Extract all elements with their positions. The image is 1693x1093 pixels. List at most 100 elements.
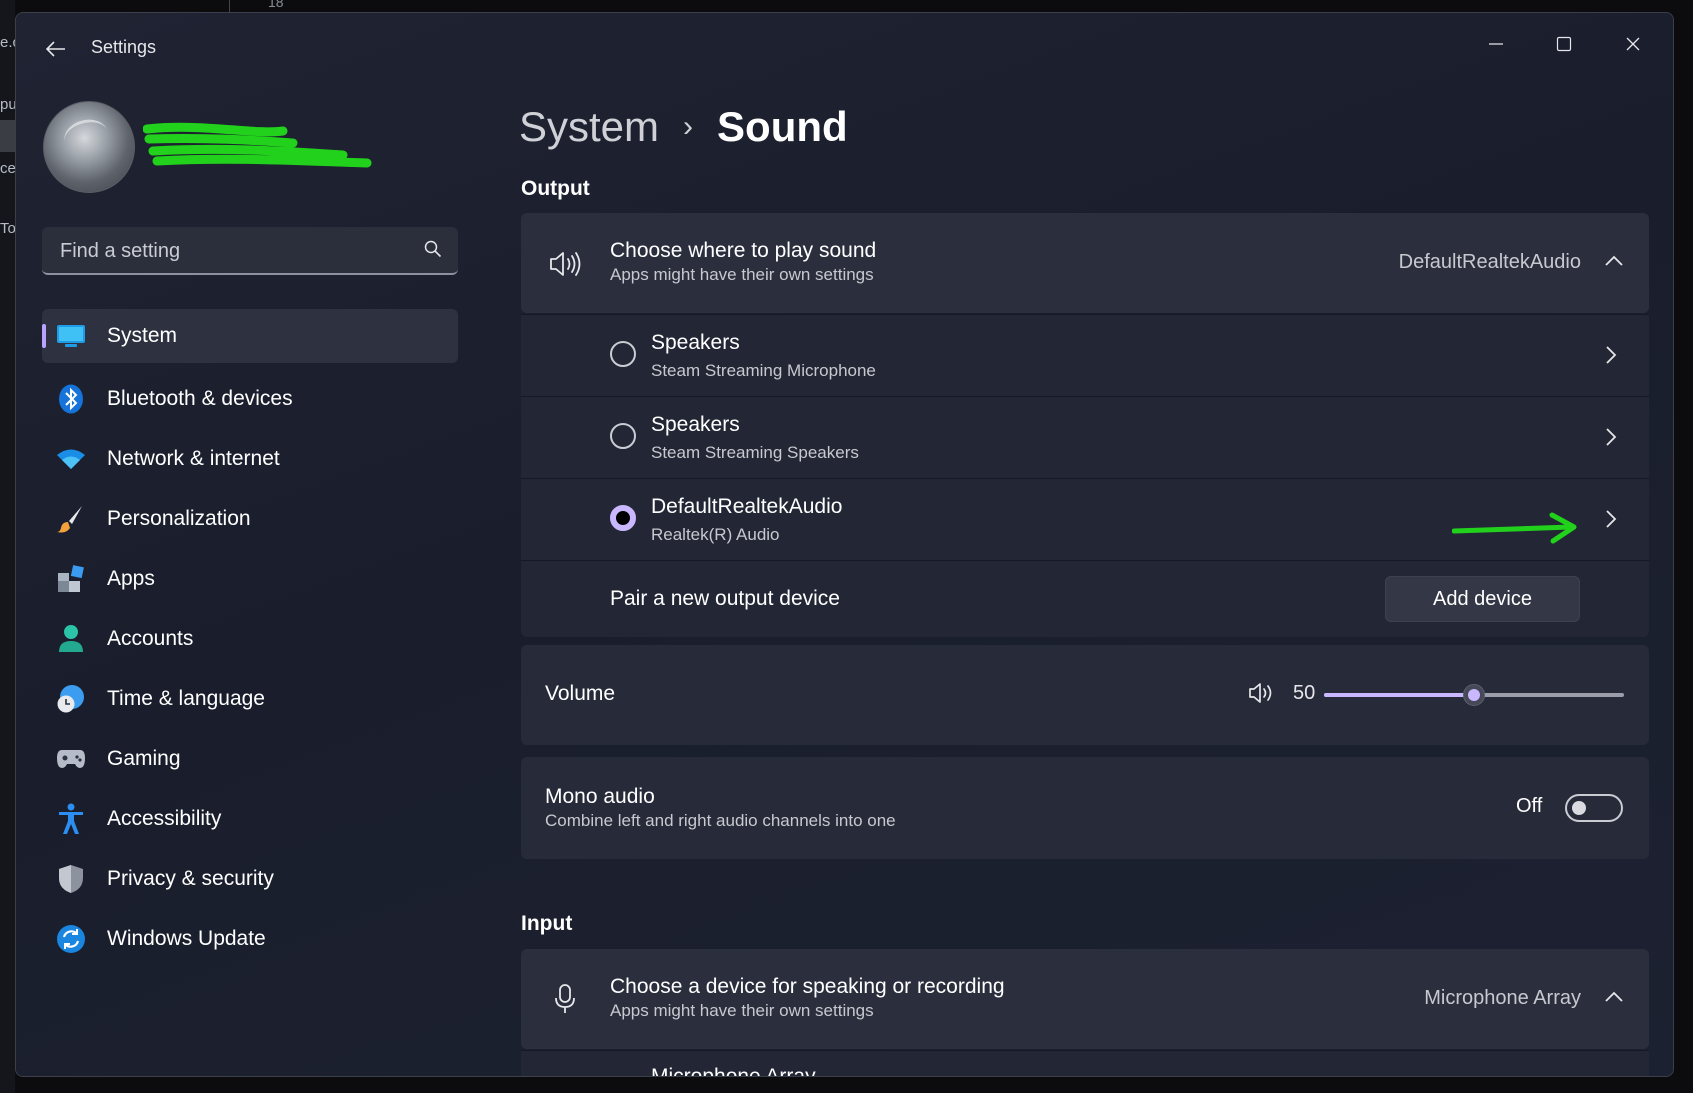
volume-slider-thumb[interactable] [1463, 684, 1485, 706]
window-title: Settings [91, 37, 157, 57]
chevron-right-icon[interactable] [1605, 345, 1617, 365]
sidebar-item-privacy-security[interactable]: Privacy & security [42, 849, 458, 909]
speaker-icon [550, 252, 581, 276]
minimize-icon [1489, 43, 1503, 45]
volume-card: Volume 50 [521, 645, 1649, 745]
device-detail: Steam Streaming Speakers [651, 443, 859, 462]
mono-audio-card: Mono audio Combine left and right audio … [521, 757, 1649, 859]
pair-device-row: Pair a new output device Add device [521, 560, 1649, 637]
globe-clock-icon [56, 684, 86, 714]
pair-device-label: Pair a new output device [610, 587, 840, 610]
redaction-scribble [143, 122, 372, 168]
sidebar-item-label: Time & language [107, 687, 265, 710]
breadcrumb-separator: › [683, 110, 694, 143]
output-heading: Output [521, 177, 590, 200]
chevron-right-icon[interactable] [1605, 509, 1617, 529]
search-box[interactable] [42, 227, 458, 275]
chevron-up-icon[interactable] [1605, 991, 1623, 1003]
desktop-background-strip: e.c pu ce To [0, 0, 20, 1093]
sidebar-item-label: Gaming [107, 747, 181, 770]
sidebar-item-label: Personalization [107, 507, 251, 530]
sidebar-item-time-language[interactable]: Time & language [42, 669, 458, 729]
input-heading: Input [521, 912, 573, 935]
volume-speaker-icon[interactable] [1248, 681, 1274, 705]
volume-slider-fill [1324, 693, 1474, 697]
sidebar-item-windows-update[interactable]: Windows Update [42, 909, 458, 969]
monitor-icon [56, 321, 86, 351]
shield-icon [56, 864, 86, 894]
sidebar-item-system[interactable]: System [42, 309, 458, 363]
volume-label: Volume [545, 682, 616, 705]
sidebar-nav: System Bluetooth & devices Network & int… [42, 309, 458, 969]
mono-audio-state: Off [1516, 795, 1543, 817]
device-detail: Realtek(R) Audio [651, 525, 780, 544]
minimize-button[interactable] [1471, 27, 1521, 61]
gamepad-icon [56, 744, 86, 774]
active-indicator [42, 324, 46, 348]
microphone-icon [555, 984, 575, 1013]
accessibility-icon [56, 803, 86, 834]
person-icon [56, 624, 86, 654]
back-arrow-icon [46, 41, 65, 57]
mono-audio-title: Mono audio [545, 785, 655, 808]
sidebar-item-apps[interactable]: Apps [42, 549, 458, 609]
chevron-up-icon[interactable] [1605, 255, 1623, 267]
choose-input-expander[interactable]: Choose a device for speaking or recordin… [521, 949, 1649, 1049]
breadcrumb-parent[interactable]: System [519, 103, 659, 151]
maximize-button[interactable] [1539, 27, 1589, 61]
desktop-line-number: 18 [268, 0, 284, 10]
sidebar-item-label: Bluetooth & devices [107, 387, 293, 410]
sidebar: System Bluetooth & devices Network & int… [16, 77, 476, 1076]
bluetooth-icon [56, 384, 86, 414]
desktop-divider [229, 0, 230, 12]
sidebar-item-accounts[interactable]: Accounts [42, 609, 458, 669]
search-input[interactable] [58, 227, 412, 275]
mono-audio-toggle[interactable] [1565, 794, 1623, 822]
choose-input-title: Choose a device for speaking or recordin… [610, 975, 1005, 998]
selected-output-device: DefaultRealtekAudio [1398, 251, 1581, 273]
close-icon [1626, 37, 1640, 51]
page-title: Sound [717, 103, 848, 150]
input-device-row[interactable]: Microphone Array [521, 1050, 1649, 1077]
main-content: System › Sound Output Choose where to pl… [476, 77, 1673, 1077]
chevron-right-icon[interactable] [1605, 427, 1617, 447]
device-radio-selected[interactable] [610, 505, 636, 531]
sidebar-item-accessibility[interactable]: Accessibility [42, 789, 458, 849]
close-button[interactable] [1608, 27, 1658, 61]
device-radio[interactable] [610, 341, 636, 367]
breadcrumb: System › Sound [519, 103, 848, 151]
choose-output-title: Choose where to play sound [610, 239, 877, 262]
choose-output-subtitle: Apps might have their own settings [610, 265, 874, 284]
device-radio[interactable] [610, 423, 636, 449]
mono-audio-subtitle: Combine left and right audio channels in… [545, 811, 896, 830]
device-detail: Steam Streaming Microphone [651, 361, 876, 380]
annotation-arrow [1452, 512, 1577, 544]
settings-window: Settings System [15, 12, 1674, 1077]
sidebar-item-gaming[interactable]: Gaming [42, 729, 458, 789]
sidebar-item-label: Privacy & security [107, 867, 274, 890]
desktop-highlight [0, 120, 15, 152]
output-device-row[interactable]: Speakers Steam Streaming Microphone [521, 314, 1649, 396]
desktop-text-fragment: ce [0, 160, 16, 177]
output-device-row[interactable]: Speakers Steam Streaming Speakers [521, 396, 1649, 478]
sidebar-item-label: Accessibility [107, 807, 222, 830]
selected-input-device: Microphone Array [1424, 987, 1581, 1009]
sidebar-item-label: System [107, 324, 178, 347]
back-button[interactable] [38, 33, 74, 65]
input-device-name: Microphone Array [651, 1065, 816, 1077]
sidebar-item-network[interactable]: Network & internet [42, 429, 458, 489]
volume-value: 50 [1293, 682, 1316, 704]
sidebar-item-label: Windows Update [107, 927, 266, 950]
search-icon[interactable] [424, 240, 442, 258]
user-avatar[interactable] [43, 101, 135, 193]
update-icon [56, 924, 86, 954]
title-bar: Settings [16, 13, 1673, 77]
maximize-icon [1556, 36, 1572, 52]
sidebar-item-bluetooth[interactable]: Bluetooth & devices [42, 369, 458, 429]
sidebar-item-label: Network & internet [107, 447, 280, 470]
scrollbar[interactable] [1673, 201, 1674, 921]
add-device-button[interactable]: Add device [1385, 576, 1580, 622]
sidebar-item-personalization[interactable]: Personalization [42, 489, 458, 549]
device-name: Speakers [651, 413, 740, 436]
choose-output-expander[interactable]: Choose where to play sound Apps might ha… [521, 213, 1649, 313]
